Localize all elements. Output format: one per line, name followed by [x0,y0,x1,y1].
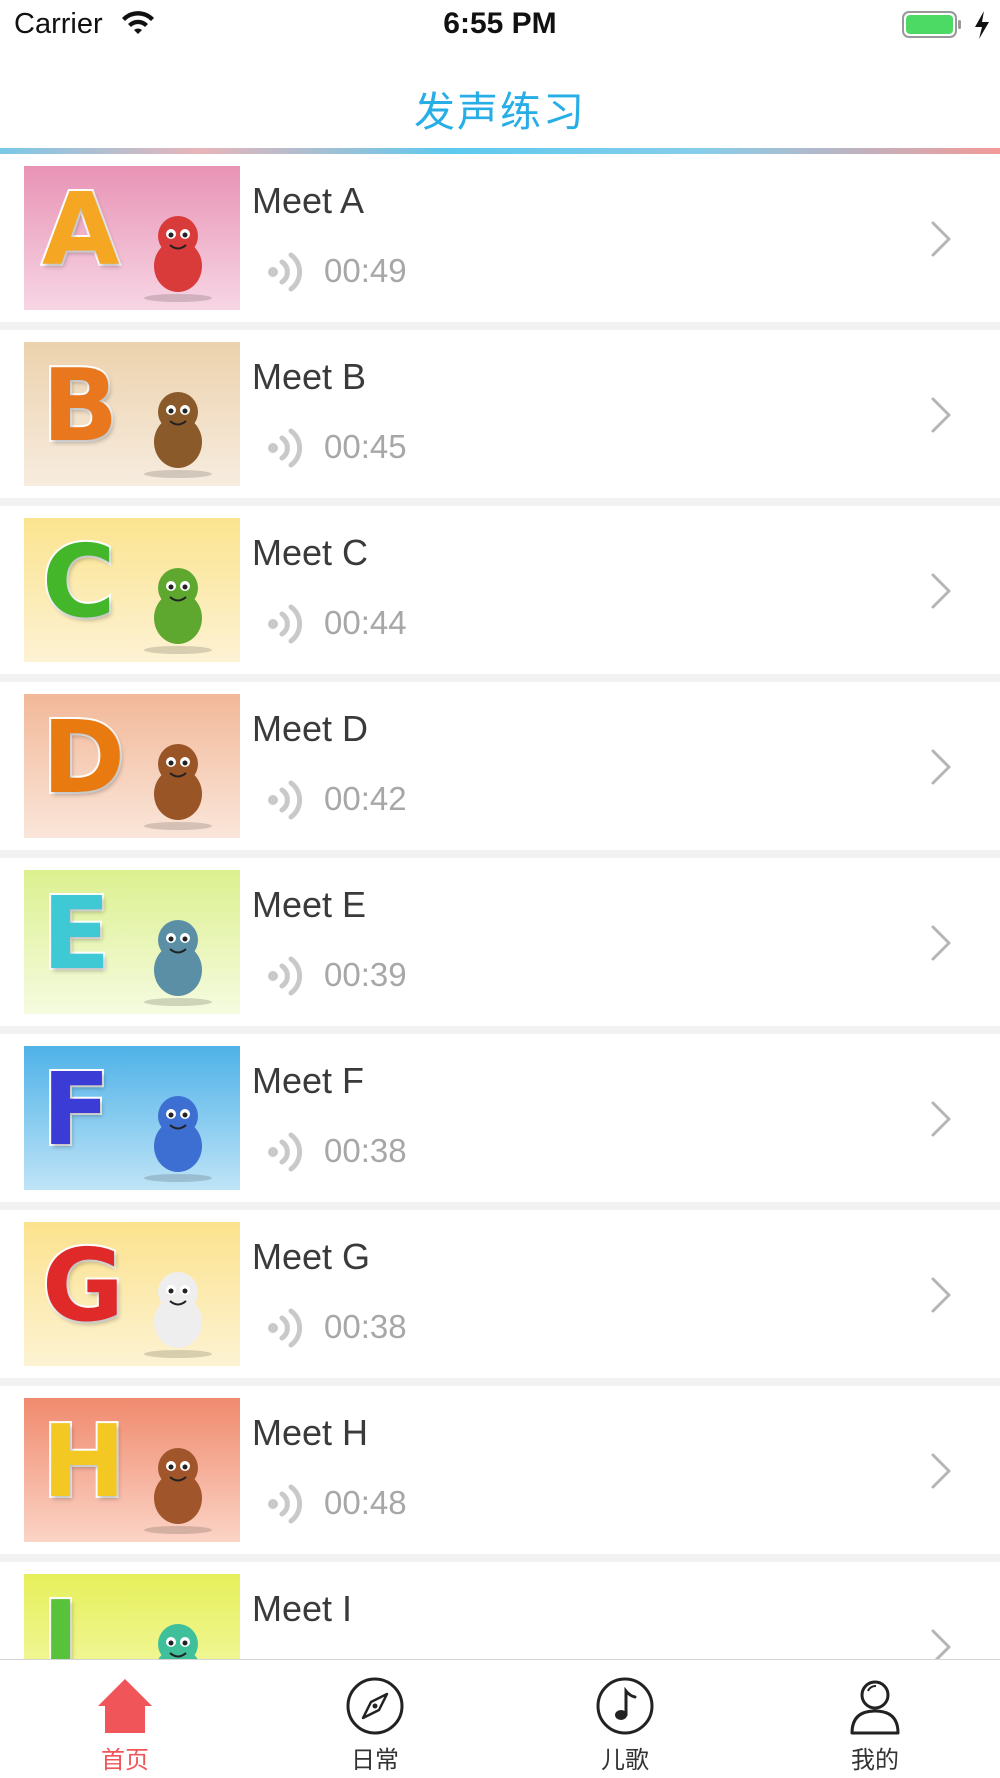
lesson-list[interactable]: A Meet A 00:49 B Meet B 00:45 C Meet C 0… [0,154,1000,1659]
lesson-row[interactable]: A Meet A 00:49 [0,154,1000,322]
tab-home[interactable]: 首页 [0,1660,250,1778]
lesson-title: Meet H [252,1412,369,1453]
audio-icon [268,1484,303,1524]
lesson-title: Meet G [252,1236,371,1277]
tab-bar: 首页 日常 儿歌 我的 [0,1659,1000,1778]
lesson-duration: 00:49 [324,252,407,289]
lesson-duration: 00:38 [324,1132,407,1169]
chevron-right-icon [931,573,951,609]
chevron-right-icon [931,749,951,785]
lesson-thumbnail: G [24,1222,240,1366]
compass-icon [346,1677,404,1735]
lesson-title: Meet A [252,180,365,221]
audio-icon [268,780,303,820]
tab-daily[interactable]: 日常 [250,1660,500,1778]
thumbnail-letter: A [40,171,121,288]
status-time: 6:55 PM [443,7,557,40]
thumbnail-letter: D [40,699,127,816]
audio-icon [268,1308,303,1348]
lesson-duration: 00:44 [324,604,407,641]
lesson-row[interactable]: C Meet C 00:44 [0,506,1000,674]
battery-icon [902,11,961,38]
audio-icon [268,1132,303,1172]
lesson-thumbnail: H [24,1398,240,1542]
cartoon-character-icon [144,1096,212,1182]
lesson-row[interactable]: D Meet D 00:42 [0,682,1000,850]
tab-songs[interactable]: 儿歌 [500,1660,750,1778]
chevron-right-icon [931,925,951,961]
cartoon-character-icon [144,568,212,654]
chevron-right-icon [931,397,951,433]
lesson-thumbnail: I [24,1574,240,1659]
lesson-thumbnail: B [24,342,240,486]
lesson-duration: 00:48 [324,1484,407,1521]
lesson-thumbnail: A [24,166,240,310]
lesson-thumbnail: E [24,870,240,1014]
thumbnail-letter: G [40,1227,126,1344]
cartoon-character-icon [144,216,212,302]
thumbnail-letter: C [40,523,117,640]
audio-icon [268,604,303,644]
thumbnail-letter: H [40,1403,128,1520]
thumbnail-letter: I [40,1579,81,1660]
lesson-row[interactable]: F Meet F 00:38 [0,1034,1000,1202]
chevron-right-icon [931,1453,951,1489]
user-icon [850,1680,900,1735]
lesson-row[interactable]: B Meet B 00:45 [0,330,1000,498]
tab-mine[interactable]: 我的 [750,1660,1000,1778]
lesson-duration: 00:38 [324,1308,407,1345]
charging-icon [975,11,989,39]
audio-icon [268,428,303,468]
lesson-row[interactable]: H Meet H 00:48 [0,1386,1000,1554]
lesson-duration: 00:45 [324,428,407,465]
lesson-duration: 00:42 [324,780,407,817]
cartoon-character-icon [144,392,212,478]
lesson-title: Meet I [252,1588,353,1629]
chevron-right-icon [931,1629,951,1659]
lesson-title: Meet E [252,884,367,925]
cartoon-character-icon [144,744,212,830]
lesson-title: Meet F [252,1060,365,1101]
home-icon [98,1679,152,1733]
lesson-thumbnail: F [24,1046,240,1190]
cartoon-character-icon [158,1624,198,1659]
tab-mine-label: 我的 [851,1746,899,1774]
lesson-title: Meet C [252,532,369,573]
lesson-row[interactable]: E Meet E 00:39 [0,858,1000,1026]
status-bar: Carrier 6:55 PM [0,0,1000,50]
thumbnail-letter: B [40,347,120,464]
lesson-row[interactable]: G Meet G 00:38 [0,1210,1000,1378]
lesson-thumbnail: D [24,694,240,838]
music-note-icon [596,1677,654,1735]
cartoon-character-icon [144,920,212,1006]
thumbnail-letter: F [40,1051,112,1168]
tab-daily-label: 日常 [351,1746,399,1774]
lesson-thumbnail: C [24,518,240,662]
cartoon-character-icon [144,1448,212,1534]
lesson-duration: 00:39 [324,956,407,993]
thumbnail-letter: E [40,875,112,992]
nav-bar: 发声练习 [0,50,1000,150]
cartoon-character-icon [144,1272,212,1358]
audio-icon [268,252,303,292]
lesson-row[interactable]: I Meet I [0,1562,1000,1659]
lesson-title: Meet B [252,356,367,397]
tab-songs-label: 儿歌 [601,1746,649,1774]
chevron-right-icon [931,221,951,257]
tab-home-label: 首页 [101,1746,149,1774]
page-title: 发声练习 [414,88,586,136]
audio-icon [268,956,303,996]
lesson-title: Meet D [252,708,369,749]
chevron-right-icon [931,1101,951,1137]
chevron-right-icon [931,1277,951,1313]
